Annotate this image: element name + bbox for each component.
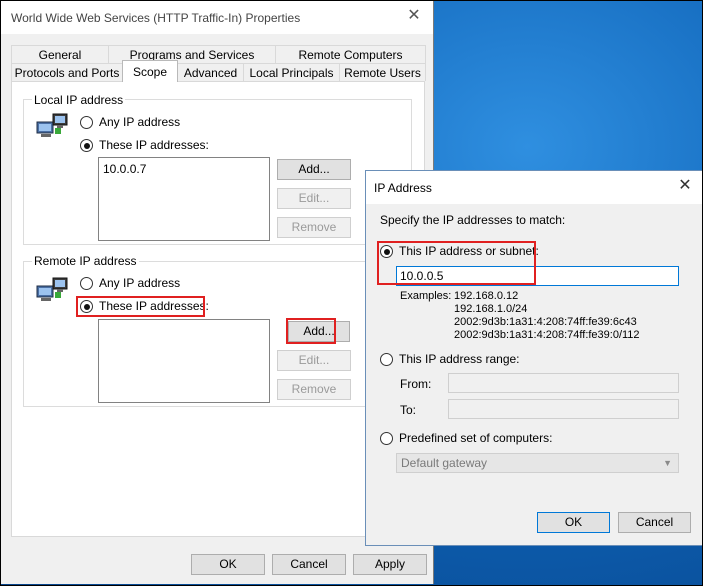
local-these-ip-radio[interactable] — [80, 139, 93, 152]
tab-advanced[interactable]: Advanced — [177, 63, 244, 81]
dialog-title: World Wide Web Services (HTTP Traffic-In… — [11, 11, 301, 25]
examples-label: Examples: — [400, 290, 452, 302]
range-label: This IP address range: — [399, 352, 520, 366]
remote-ip-group-label: Remote IP address — [32, 254, 139, 268]
example-item: 2002:9d3b:1a31:4:208:74ff:fe39:6c43 — [454, 316, 637, 328]
local-edit-button[interactable]: Edit... — [277, 188, 351, 209]
ip-ok-button[interactable]: OK — [537, 512, 610, 533]
tab-remote-users[interactable]: Remote Users — [339, 63, 426, 81]
remote-any-ip-label: Any IP address — [99, 276, 181, 290]
predefined-radio[interactable] — [380, 432, 393, 445]
cancel-button[interactable]: Cancel — [272, 554, 346, 575]
predefined-select[interactable]: Default gateway ▼ — [396, 453, 679, 473]
range-radio[interactable] — [380, 353, 393, 366]
local-add-button[interactable]: Add... — [277, 159, 351, 180]
ip-dialog-instruction: Specify the IP addresses to match: — [380, 213, 566, 227]
example-item: 192.168.1.0/24 — [454, 303, 528, 315]
predefined-label: Predefined set of computers: — [399, 431, 553, 445]
predefined-select-value: Default gateway — [401, 456, 488, 470]
tab-protocols-and-ports[interactable]: Protocols and Ports — [11, 63, 123, 81]
remote-edit-button[interactable]: Edit... — [277, 350, 351, 371]
local-ip-group-label: Local IP address — [32, 93, 126, 107]
ok-button[interactable]: OK — [191, 554, 265, 575]
local-any-ip-radio[interactable] — [80, 116, 93, 129]
example-item: 2002:9d3b:1a31:4:208:74ff:fe39:0/112 — [454, 329, 640, 341]
network-computers-icon — [36, 113, 68, 137]
range-from-input[interactable] — [448, 373, 679, 393]
example-item: 192.168.0.12 — [454, 290, 519, 302]
remote-remove-button[interactable]: Remove — [277, 379, 351, 400]
network-computers-icon — [36, 277, 68, 301]
subnet-label: This IP address or subnet: — [399, 244, 539, 258]
tab-general[interactable]: General — [11, 45, 109, 63]
ip-dialog-title: IP Address — [374, 181, 432, 195]
local-remove-button[interactable]: Remove — [277, 217, 351, 238]
tab-local-principals[interactable]: Local Principals — [243, 63, 340, 81]
close-icon[interactable]: ✕ — [676, 177, 694, 195]
remote-add-button[interactable]: Add... — [288, 321, 350, 342]
close-icon[interactable]: ✕ — [405, 7, 423, 25]
subnet-radio[interactable] — [380, 245, 393, 258]
tab-remote-computers[interactable]: Remote Computers — [275, 45, 426, 63]
local-these-ip-label: These IP addresses: — [99, 138, 209, 152]
ip-dialog-titlebar: IP Address ✕ — [366, 171, 702, 204]
local-ip-list[interactable]: 10.0.0.7 — [98, 157, 270, 241]
tab-scope[interactable]: Scope — [122, 60, 178, 82]
ip-cancel-button[interactable]: Cancel — [618, 512, 691, 533]
to-label: To: — [400, 403, 417, 417]
remote-any-ip-radio[interactable] — [80, 277, 93, 290]
remote-these-ip-label: These IP addresses: — [99, 299, 209, 313]
chevron-down-icon: ▼ — [663, 458, 672, 468]
subnet-input[interactable]: 10.0.0.5 — [396, 266, 679, 286]
properties-titlebar: World Wide Web Services (HTTP Traffic-In… — [1, 1, 433, 34]
local-any-ip-label: Any IP address — [99, 115, 181, 129]
from-label: From: — [400, 377, 432, 391]
range-to-input[interactable] — [448, 399, 679, 419]
list-item[interactable]: 10.0.0.7 — [103, 162, 146, 176]
remote-ip-list[interactable] — [98, 319, 270, 403]
remote-these-ip-radio[interactable] — [80, 300, 93, 313]
ip-address-dialog: IP Address ✕ Specify the IP addresses to… — [365, 170, 703, 546]
apply-button[interactable]: Apply — [353, 554, 427, 575]
